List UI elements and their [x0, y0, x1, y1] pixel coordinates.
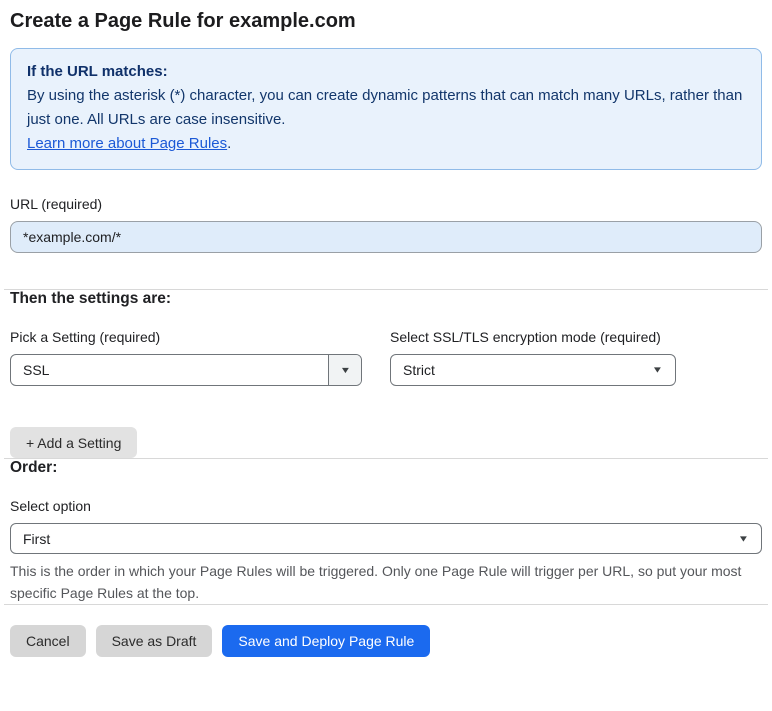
setting-picker-value: SSL	[23, 362, 50, 378]
chevron-down-icon: ▼	[737, 533, 750, 543]
setting-picker-label: Pick a Setting (required)	[10, 329, 161, 345]
page-title: Create a Page Rule for example.com	[10, 10, 356, 32]
order-section-heading: Order:	[10, 459, 58, 476]
ssl-mode-select[interactable]: Strict ▼	[390, 354, 676, 386]
settings-row: Pick a Setting (required) SSL ▼ Select S…	[10, 329, 762, 386]
info-banner-body: By using the asterisk (*) character, you…	[27, 87, 743, 128]
chevron-down-icon: ▼	[339, 364, 351, 375]
link-suffix-period: .	[227, 135, 232, 152]
footer-actions: Cancel Save as Draft Save and Deploy Pag…	[10, 625, 762, 657]
chevron-down-icon: ▼	[651, 364, 664, 375]
create-page-rule-panel: Create a Page Rule for example.com If th…	[0, 0, 772, 657]
info-banner-heading: If the URL matches:	[27, 63, 168, 80]
save-and-deploy-button[interactable]: Save and Deploy Page Rule	[222, 625, 431, 657]
order-select-label: Select option	[10, 498, 91, 514]
order-select-value: First	[23, 530, 51, 547]
url-field-label: URL (required)	[10, 196, 103, 212]
order-select[interactable]: First ▼	[10, 523, 762, 554]
setting-picker-select[interactable]: SSL ▼	[10, 354, 362, 386]
save-as-draft-button[interactable]: Save as Draft	[95, 625, 213, 657]
order-help-text: This is the order in which your Page Rul…	[10, 563, 742, 601]
cancel-button[interactable]: Cancel	[10, 625, 86, 657]
setting-picker-arrow-button[interactable]: ▼	[328, 355, 361, 385]
settings-section-heading: Then the settings are:	[10, 290, 172, 307]
url-input[interactable]	[10, 221, 762, 253]
divider-before-footer	[4, 604, 768, 605]
learn-more-link[interactable]: Learn more about Page Rules	[27, 135, 227, 152]
ssl-mode-picker-label: Select SSL/TLS encryption mode (required…	[390, 329, 661, 345]
order-select-wrap: First ▼	[10, 523, 762, 554]
ssl-mode-value: Strict	[403, 362, 435, 378]
ssl-mode-picker-group: Select SSL/TLS encryption mode (required…	[390, 329, 676, 386]
add-setting-button[interactable]: + Add a Setting	[10, 427, 138, 458]
setting-picker-group: Pick a Setting (required) SSL ▼	[10, 329, 362, 386]
url-match-info-banner: If the URL matches: By using the asteris…	[10, 48, 762, 170]
info-banner-link-line: Learn more about Page Rules.	[27, 132, 745, 156]
